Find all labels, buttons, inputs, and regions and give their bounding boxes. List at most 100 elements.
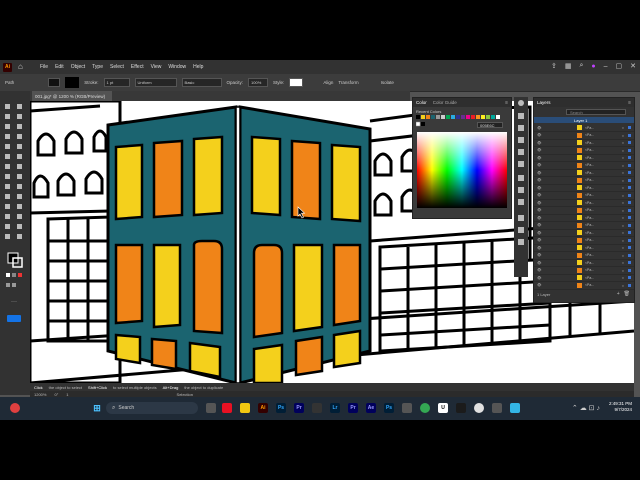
visibility-eye-icon[interactable]: 👁 <box>537 163 547 167</box>
stroke-swatch[interactable] <box>65 77 80 88</box>
app-icon[interactable] <box>510 403 520 413</box>
target-icon[interactable]: ○ <box>622 215 624 220</box>
weather-icon[interactable] <box>10 403 20 413</box>
target-icon[interactable]: ○ <box>622 170 624 175</box>
menu-object[interactable]: Object <box>71 64 85 70</box>
target-icon[interactable]: ○ <box>622 223 624 228</box>
target-icon[interactable]: ○ <box>622 238 624 243</box>
visibility-eye-icon[interactable]: 👁 <box>537 178 547 182</box>
selection-indicator[interactable] <box>628 216 631 219</box>
visibility-eye-icon[interactable]: 👁 <box>537 231 547 235</box>
target-icon[interactable]: ○ <box>622 155 624 160</box>
rotation-angle[interactable]: 0° <box>54 392 58 397</box>
target-icon[interactable]: ○ <box>622 208 624 213</box>
menu-type[interactable]: Type <box>92 64 103 70</box>
app-icon[interactable] <box>474 403 484 413</box>
visibility-eye-icon[interactable]: 👁 <box>537 276 547 280</box>
layers-search-input[interactable]: Search <box>566 109 626 115</box>
menu-view[interactable]: View <box>151 64 162 70</box>
panel-icons[interactable] <box>514 97 528 277</box>
target-icon[interactable]: ○ <box>622 178 624 183</box>
target-icon[interactable]: ○ <box>622 268 624 273</box>
photoshop-2-taskbar-icon[interactable]: Ps <box>384 403 394 413</box>
target-icon[interactable]: ○ <box>622 200 624 205</box>
visibility-eye-icon[interactable]: 👁 <box>537 223 547 227</box>
minimize-button[interactable]: – <box>604 63 608 70</box>
visibility-eye-icon[interactable]: 👁 <box>537 208 547 212</box>
visibility-eye-icon[interactable]: 👁 <box>537 238 547 242</box>
premiere-taskbar-icon[interactable]: Pr <box>294 403 304 413</box>
target-icon[interactable]: ○ <box>622 140 624 145</box>
opacity-field[interactable]: 100% <box>248 78 269 87</box>
zoom-level[interactable]: 1200% <box>34 392 46 397</box>
selection-indicator[interactable] <box>628 148 631 152</box>
visibility-eye-icon[interactable]: 👁 <box>537 186 547 190</box>
panel-menu-icon[interactable]: ≡ <box>628 100 631 106</box>
after-effects-taskbar-icon[interactable]: Ae <box>366 403 376 413</box>
hex-field[interactable]: 005E6C <box>477 122 503 128</box>
visibility-eye-icon[interactable]: 👁 <box>537 216 547 220</box>
maximize-button[interactable]: ▢ <box>616 62 623 70</box>
selection-indicator[interactable] <box>628 156 631 159</box>
target-icon[interactable]: ○ <box>622 148 624 153</box>
task-view-icon[interactable] <box>206 403 216 413</box>
brush-dropdown[interactable]: Basic <box>181 78 222 87</box>
document-tab[interactable]: 001.jpg* @ 1200 % (RGB/Preview) <box>32 91 112 101</box>
file-explorer-icon[interactable] <box>240 403 250 413</box>
selection-indicator[interactable] <box>628 133 631 137</box>
avatar[interactable]: ● <box>591 63 595 70</box>
layer-row-top[interactable]: Layer 1 <box>534 117 634 123</box>
visibility-eye-icon[interactable]: 👁 <box>537 141 547 145</box>
align-link[interactable]: Align <box>323 80 333 85</box>
transform-link[interactable]: Transform <box>338 80 358 85</box>
target-icon[interactable]: ○ <box>622 260 624 265</box>
home-icon[interactable]: ⌂ <box>18 63 26 71</box>
lightroom-taskbar-icon[interactable]: Lr <box>330 403 340 413</box>
target-icon[interactable]: ○ <box>622 125 624 130</box>
app-icon[interactable] <box>402 403 412 413</box>
selection-indicator[interactable] <box>628 261 631 264</box>
visibility-eye-icon[interactable]: 👁 <box>537 171 547 175</box>
taskbar-search-input[interactable]: Search <box>118 405 134 411</box>
tab-color[interactable]: Color <box>416 100 427 105</box>
menu-window[interactable]: Window <box>168 64 186 70</box>
arrange-icon[interactable]: ▦ <box>565 62 572 70</box>
target-icon[interactable]: ○ <box>622 193 624 198</box>
selection-indicator[interactable] <box>628 171 631 174</box>
app-icon-red[interactable] <box>222 403 232 413</box>
selection-indicator[interactable] <box>628 186 631 189</box>
menu-help[interactable]: Help <box>193 64 203 70</box>
selection-indicator[interactable] <box>628 246 631 249</box>
search-icon[interactable]: ⌕ <box>579 62 583 70</box>
target-icon[interactable]: ○ <box>622 275 624 280</box>
visibility-eye-icon[interactable]: 👁 <box>537 268 547 272</box>
menu-select[interactable]: Select <box>110 64 124 70</box>
selection-indicator[interactable] <box>628 178 631 182</box>
menu-effect[interactable]: Effect <box>131 64 144 70</box>
visibility-eye-icon[interactable]: 👁 <box>537 283 547 287</box>
share-icon[interactable]: ⇪ <box>551 62 557 70</box>
delete-layer-icon[interactable]: 🗑 <box>624 291 630 297</box>
app-icon[interactable] <box>492 403 502 413</box>
system-tray[interactable]: ⌃ ☁ ⊡ ♪ <box>572 404 600 412</box>
target-icon[interactable]: ○ <box>622 230 624 235</box>
visibility-eye-icon[interactable]: 👁 <box>537 246 547 250</box>
target-icon[interactable]: ○ <box>622 163 624 168</box>
selection-indicator[interactable] <box>628 223 631 227</box>
visibility-eye-icon[interactable]: 👁 <box>537 156 547 160</box>
clock-date[interactable]: 9/7/2024 <box>609 407 632 413</box>
color-spectrum[interactable] <box>417 132 507 208</box>
premiere-rush-taskbar-icon[interactable]: Pr <box>348 403 358 413</box>
layer-rows[interactable]: 👁 <Pa... ○ 👁 <Pa... ○ 👁 <Pa... ○ 👁 <Pa... ○ 👁 <Pa... ○… <box>534 124 634 290</box>
visibility-eye-icon[interactable]: 👁 <box>537 261 547 265</box>
visibility-eye-icon[interactable]: 👁 <box>537 193 547 197</box>
menu-file[interactable]: File <box>40 64 48 70</box>
visibility-eye-icon[interactable]: 👁 <box>537 201 547 205</box>
variable-width-dropdown[interactable]: Uniform <box>134 78 177 87</box>
selection-indicator[interactable] <box>628 201 631 204</box>
selection-indicator[interactable] <box>628 126 631 129</box>
app-icon[interactable]: U <box>438 403 448 413</box>
tab-color-guide[interactable]: Color Guide <box>433 100 457 105</box>
tool-icons[interactable]: ··· <box>0 101 30 341</box>
chrome-icon[interactable] <box>420 403 430 413</box>
